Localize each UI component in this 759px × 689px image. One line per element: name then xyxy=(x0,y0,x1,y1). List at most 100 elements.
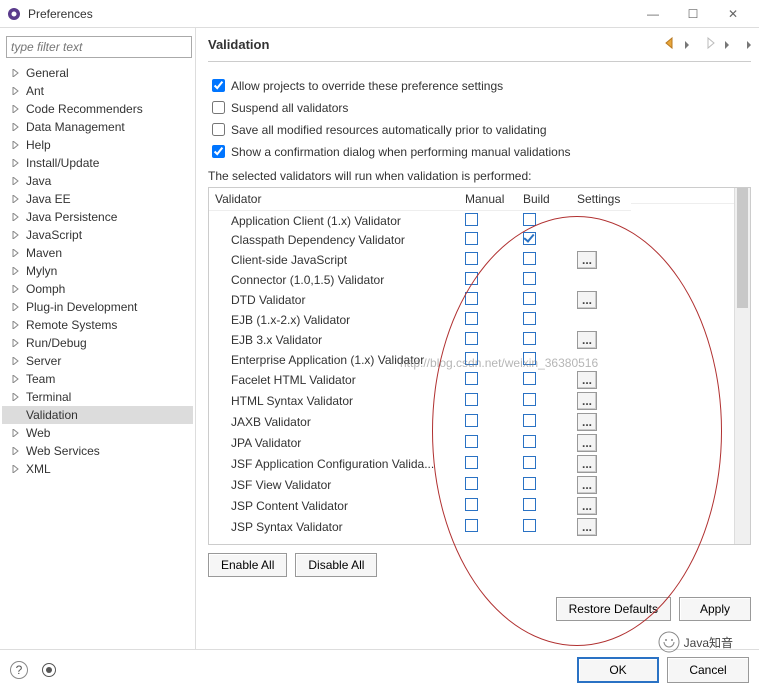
opt-confirm[interactable]: Show a confirmation dialog when performi… xyxy=(208,142,751,161)
back-menu-icon[interactable] xyxy=(685,41,689,49)
table-row[interactable]: JSP Syntax Validator... xyxy=(209,516,734,537)
table-row[interactable]: EJB 3.x Validator... xyxy=(209,329,734,350)
restore-defaults-button[interactable]: Restore Defaults xyxy=(556,597,671,621)
build-checkbox[interactable] xyxy=(523,435,536,448)
tree-item[interactable]: Maven xyxy=(2,244,193,262)
build-checkbox[interactable] xyxy=(523,498,536,511)
settings-button[interactable]: ... xyxy=(577,251,597,269)
tree-item[interactable]: Java Persistence xyxy=(2,208,193,226)
manual-checkbox[interactable] xyxy=(465,435,478,448)
tree-item[interactable]: Mylyn xyxy=(2,262,193,280)
table-row[interactable]: JSF Application Configuration Valida....… xyxy=(209,453,734,474)
tree-item[interactable]: Java EE xyxy=(2,190,193,208)
apply-button[interactable]: Apply xyxy=(679,597,751,621)
tree-item[interactable]: Ant xyxy=(2,82,193,100)
tree-item[interactable]: Code Recommenders xyxy=(2,100,193,118)
build-checkbox[interactable] xyxy=(523,352,536,365)
forward-menu-icon[interactable] xyxy=(725,41,729,49)
filter-input[interactable] xyxy=(6,36,192,58)
settings-button[interactable]: ... xyxy=(577,413,597,431)
build-checkbox[interactable] xyxy=(523,456,536,469)
table-row[interactable]: JSP Content Validator... xyxy=(209,495,734,516)
manual-checkbox[interactable] xyxy=(465,414,478,427)
enable-all-button[interactable]: Enable All xyxy=(208,553,287,577)
back-icon[interactable] xyxy=(663,36,679,53)
settings-button[interactable]: ... xyxy=(577,497,597,515)
ok-button[interactable]: OK xyxy=(577,657,659,683)
tree-item[interactable]: Web Services xyxy=(2,442,193,460)
build-checkbox[interactable] xyxy=(523,414,536,427)
table-row[interactable]: JAXB Validator... xyxy=(209,411,734,432)
table-row[interactable]: JPA Validator... xyxy=(209,432,734,453)
table-row[interactable]: JSF View Validator... xyxy=(209,474,734,495)
build-checkbox[interactable] xyxy=(523,372,536,385)
build-checkbox[interactable] xyxy=(523,272,536,285)
manual-checkbox[interactable] xyxy=(465,477,478,490)
maximize-button[interactable]: ☐ xyxy=(673,3,713,25)
help-icon[interactable]: ? xyxy=(10,661,28,679)
manual-checkbox[interactable] xyxy=(465,352,478,365)
tree-item[interactable]: Validation xyxy=(2,406,193,424)
build-checkbox[interactable] xyxy=(523,332,536,345)
settings-button[interactable]: ... xyxy=(577,455,597,473)
tree-item[interactable]: Plug-in Development xyxy=(2,298,193,316)
table-row[interactable]: Connector (1.0,1.5) Validator xyxy=(209,270,734,289)
manual-checkbox[interactable] xyxy=(465,393,478,406)
manual-checkbox[interactable] xyxy=(465,372,478,385)
tree-item[interactable]: Server xyxy=(2,352,193,370)
page-menu-icon[interactable] xyxy=(747,41,751,49)
manual-checkbox[interactable] xyxy=(465,252,478,265)
tree-item[interactable]: Java xyxy=(2,172,193,190)
manual-checkbox[interactable] xyxy=(465,272,478,285)
manual-checkbox[interactable] xyxy=(465,213,478,226)
record-icon[interactable] xyxy=(42,663,56,677)
tree-item[interactable]: Oomph xyxy=(2,280,193,298)
tree-item[interactable]: Data Management xyxy=(2,118,193,136)
vertical-scrollbar[interactable] xyxy=(734,188,750,544)
settings-button[interactable]: ... xyxy=(577,371,597,389)
manual-checkbox[interactable] xyxy=(465,498,478,511)
cancel-button[interactable]: Cancel xyxy=(667,657,749,683)
tree-item[interactable]: Install/Update xyxy=(2,154,193,172)
build-checkbox[interactable] xyxy=(523,393,536,406)
manual-checkbox[interactable] xyxy=(465,312,478,325)
build-checkbox[interactable] xyxy=(523,312,536,325)
tree-item[interactable]: Run/Debug xyxy=(2,334,193,352)
settings-button[interactable]: ... xyxy=(577,392,597,410)
settings-button[interactable]: ... xyxy=(577,291,597,309)
table-row[interactable]: EJB (1.x-2.x) Validator xyxy=(209,310,734,329)
table-row[interactable]: Classpath Dependency Validator xyxy=(209,230,734,249)
manual-checkbox[interactable] xyxy=(465,456,478,469)
tree-item[interactable]: Team xyxy=(2,370,193,388)
settings-button[interactable]: ... xyxy=(577,331,597,349)
tree-item[interactable]: XML xyxy=(2,460,193,478)
settings-button[interactable]: ... xyxy=(577,518,597,536)
build-checkbox[interactable] xyxy=(523,252,536,265)
settings-button[interactable]: ... xyxy=(577,434,597,452)
minimize-button[interactable]: — xyxy=(633,3,673,25)
opt-override[interactable]: Allow projects to override these prefere… xyxy=(208,76,751,95)
close-button[interactable]: ✕ xyxy=(713,3,753,25)
opt-saveall[interactable]: Save all modified resources automaticall… xyxy=(208,120,751,139)
opt-suspend[interactable]: Suspend all validators xyxy=(208,98,751,117)
tree-item[interactable]: Remote Systems xyxy=(2,316,193,334)
table-row[interactable]: HTML Syntax Validator... xyxy=(209,390,734,411)
build-checkbox[interactable] xyxy=(523,519,536,532)
manual-checkbox[interactable] xyxy=(465,332,478,345)
build-checkbox[interactable] xyxy=(523,477,536,490)
disable-all-button[interactable]: Disable All xyxy=(295,553,377,577)
tree-item[interactable]: General xyxy=(2,64,193,82)
manual-checkbox[interactable] xyxy=(465,292,478,305)
table-row[interactable]: Enterprise Application (1.x) Validator xyxy=(209,350,734,369)
tree-item[interactable]: Terminal xyxy=(2,388,193,406)
table-row[interactable]: Application Client (1.x) Validator xyxy=(209,211,734,230)
forward-icon[interactable] xyxy=(703,36,719,53)
tree-item[interactable]: JavaScript xyxy=(2,226,193,244)
tree-item[interactable]: Help xyxy=(2,136,193,154)
manual-checkbox[interactable] xyxy=(465,232,478,245)
preferences-tree[interactable]: GeneralAntCode RecommendersData Manageme… xyxy=(2,64,193,478)
build-checkbox[interactable] xyxy=(523,232,536,245)
build-checkbox[interactable] xyxy=(523,292,536,305)
manual-checkbox[interactable] xyxy=(465,519,478,532)
tree-item[interactable]: Web xyxy=(2,424,193,442)
